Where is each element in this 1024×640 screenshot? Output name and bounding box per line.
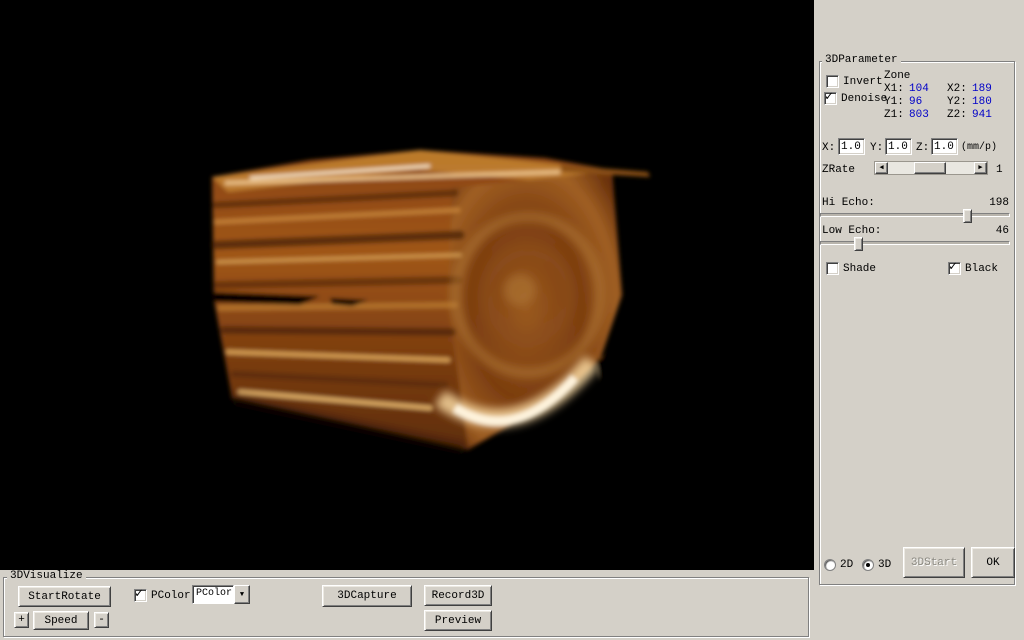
low-echo-label: Low Echo: <box>822 225 881 237</box>
zrate-scroll-right-icon[interactable]: ▶ <box>974 162 987 174</box>
hi-echo-value: 198 <box>934 197 1009 209</box>
zone-y2-value: 180 <box>972 96 1006 108</box>
zone-z2-label: Z2: <box>947 109 972 121</box>
volume-render-3d <box>0 0 814 570</box>
mode-3d-radio[interactable]: 3D <box>862 559 891 571</box>
invert-checkbox-label: Invert <box>843 76 883 88</box>
radio-dot-icon <box>866 563 870 567</box>
check-icon: ✓ <box>949 259 957 274</box>
start-rotate-button[interactable]: StartRotate <box>18 586 111 607</box>
mode-2d-radio-circle[interactable] <box>824 559 836 571</box>
mode-3d-radio-circle[interactable] <box>862 559 874 571</box>
zone-z1-value: 803 <box>909 109 947 121</box>
visualize-group-title: 3DVisualize <box>7 571 86 582</box>
scale-unit-label: (mm/p) <box>961 142 997 154</box>
parameter-panel: 3DParameter ✓ Invert ✓ Denoise Zone X1: … <box>814 0 1024 640</box>
zone-y2-label: Y2: <box>947 96 972 108</box>
pcolor-checkbox[interactable]: ✓ PColor <box>134 589 191 602</box>
zone-x1-value: 104 <box>909 83 947 95</box>
check-icon: ✓ <box>135 586 143 601</box>
mode-3d-radio-label: 3D <box>878 559 891 571</box>
chevron-down-icon[interactable]: ▼ <box>234 585 250 604</box>
check-icon: ✓ <box>825 89 833 104</box>
parameter-group-title: 3DParameter <box>822 55 901 66</box>
capture-3d-button[interactable]: 3DCapture <box>322 585 412 607</box>
ok-button[interactable]: OK <box>971 547 1015 578</box>
mode-2d-radio-label: 2D <box>840 559 853 571</box>
pcolor-dropdown[interactable]: PColor ▼ <box>192 585 250 604</box>
speed-plus-button[interactable]: + <box>14 612 29 628</box>
black-checkbox[interactable]: ✓ Black <box>948 262 998 275</box>
black-checkbox-box[interactable]: ✓ <box>948 262 961 275</box>
app-window: { "colors": { "panel": "#d4d0c8", "value… <box>0 0 1024 640</box>
zone-title: Zone <box>884 70 910 82</box>
speed-minus-button[interactable]: - <box>94 612 109 628</box>
low-echo-slider[interactable] <box>820 241 1010 245</box>
black-checkbox-label: Black <box>965 263 998 275</box>
zone-x1-label: X1: <box>884 83 909 95</box>
speed-button[interactable]: Speed <box>33 611 89 630</box>
scale-z-label: Z: <box>916 142 929 154</box>
hi-echo-label: Hi Echo: <box>822 197 875 209</box>
hi-echo-slider-thumb[interactable] <box>963 209 972 223</box>
zone-x2-label: X2: <box>947 83 972 95</box>
pcolor-checkbox-label: PColor <box>151 590 191 602</box>
start3d-button[interactable]: 3DStart <box>903 547 965 578</box>
zrate-scroll-left-icon[interactable]: ◀ <box>875 162 888 174</box>
scale-y-input[interactable] <box>885 138 912 155</box>
viewport-3d[interactable] <box>0 0 814 570</box>
pcolor-checkbox-box[interactable]: ✓ <box>134 589 147 602</box>
mode-2d-radio[interactable]: 2D <box>824 559 853 571</box>
zrate-value: 1 <box>996 164 1003 176</box>
denoise-checkbox-label: Denoise <box>841 93 887 105</box>
invert-checkbox-box[interactable]: ✓ <box>826 75 839 88</box>
record-3d-button[interactable]: Record3D <box>424 585 492 606</box>
preview-button[interactable]: Preview <box>424 610 492 631</box>
scale-x-input[interactable] <box>838 138 865 155</box>
denoise-checkbox[interactable]: ✓ Denoise <box>824 92 887 105</box>
zone-y1-value: 96 <box>909 96 947 108</box>
zone-z2-value: 941 <box>972 109 1006 121</box>
scale-z-input[interactable] <box>931 138 958 155</box>
shade-checkbox-label: Shade <box>843 263 876 275</box>
scale-y-label: Y: <box>870 142 883 154</box>
zone-y1-label: Y1: <box>884 96 909 108</box>
denoise-checkbox-box[interactable]: ✓ <box>824 92 837 105</box>
hi-echo-slider[interactable] <box>820 213 1010 217</box>
zone-z1-label: Z1: <box>884 109 909 121</box>
zone-x2-value: 189 <box>972 83 1006 95</box>
pcolor-dropdown-value: PColor <box>192 585 234 604</box>
zone-values: X1: 104 X2: 189 Y1: 96 Y2: 180 Z1: 803 Z… <box>884 83 1014 121</box>
scale-x-label: X: <box>822 142 835 154</box>
zrate-scrollbar[interactable]: ◀ ▶ <box>874 161 988 175</box>
zrate-scroll-thumb[interactable] <box>914 162 946 174</box>
zrate-label: ZRate <box>822 164 855 176</box>
low-echo-value: 46 <box>934 225 1009 237</box>
visualize-bar: 3DVisualize StartRotate + Speed - ✓ PCol… <box>0 570 814 640</box>
low-echo-slider-thumb[interactable] <box>854 237 863 251</box>
shade-checkbox-box[interactable]: ✓ <box>826 262 839 275</box>
zrate-scroll-track[interactable] <box>888 162 974 174</box>
invert-checkbox[interactable]: ✓ Invert <box>826 75 883 88</box>
shade-checkbox[interactable]: ✓ Shade <box>826 262 876 275</box>
